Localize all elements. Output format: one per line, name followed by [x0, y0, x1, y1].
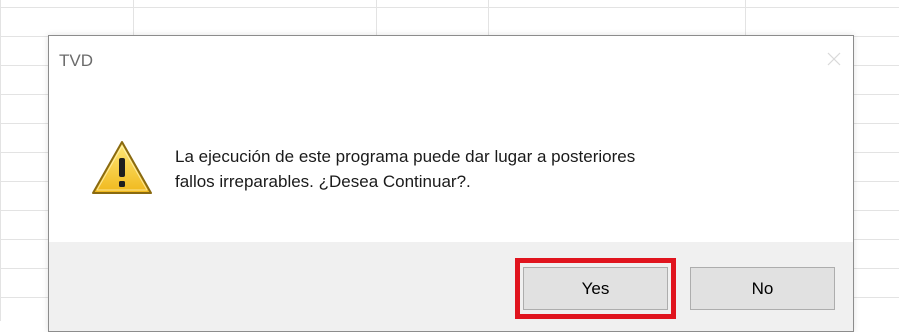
- dialog-button-bar: Yes No: [49, 242, 853, 331]
- dialog-content: La ejecución de este programa puede dar …: [49, 84, 853, 242]
- message-line-2: fallos irreparables. ¿Desea Continuar?.: [175, 172, 471, 191]
- close-icon[interactable]: [825, 50, 843, 68]
- dialog-title: TVD: [59, 51, 93, 70]
- message-line-1: La ejecución de este programa puede dar …: [175, 147, 636, 166]
- no-button[interactable]: No: [690, 267, 835, 310]
- highlight-box: [515, 258, 676, 319]
- warning-icon: [90, 139, 154, 197]
- dialog-message: La ejecución de este programa puede dar …: [175, 144, 835, 194]
- dialog-titlebar: TVD: [49, 36, 853, 84]
- message-dialog: TVD La ejecución de este programa puede …: [48, 35, 854, 332]
